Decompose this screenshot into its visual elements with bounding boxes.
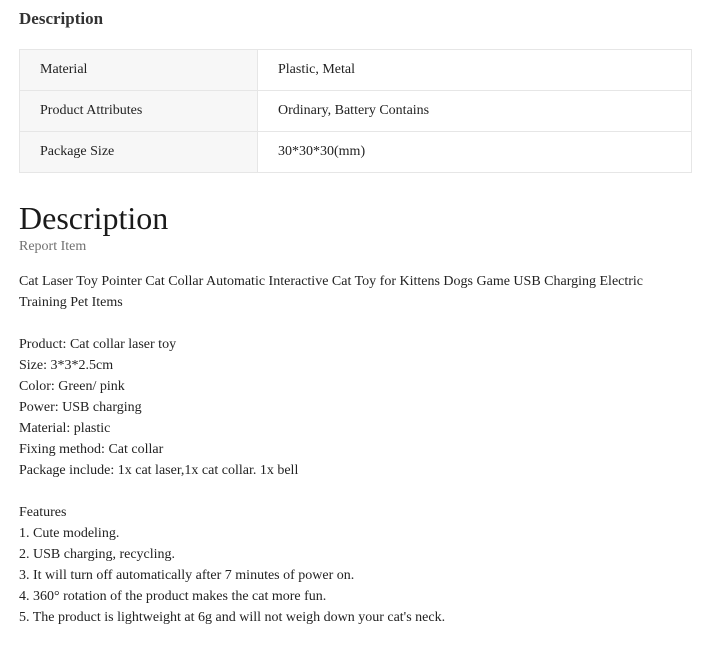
feature-line: 5. The product is lightweight at 6g and … (19, 610, 446, 625)
feature-line: 1. Cute modeling. (19, 526, 120, 541)
feature-line: 2. USB charging, recycling. (19, 547, 176, 562)
description-heading: Description (19, 200, 169, 236)
attribute-label: Product Attributes (19, 90, 258, 132)
spec-line: Package include: 1x cat laser,1x cat col… (19, 463, 299, 478)
attributes-heading: Description (19, 9, 104, 28)
feature-line: 4. 360° rotation of the product makes th… (19, 589, 327, 604)
features-heading: Features (19, 505, 67, 520)
attribute-label: Package Size (19, 131, 258, 173)
spec-line: Size: 3*3*2.5cm (19, 358, 114, 373)
feature-line: 3. It will turn off automatically after … (19, 568, 355, 583)
attribute-value: Plastic, Metal (257, 49, 692, 91)
attribute-value: Ordinary, Battery Contains (257, 90, 692, 132)
attributes-table: Material Plastic, Metal Product Attribut… (19, 49, 692, 173)
attribute-row: Material Plastic, Metal (19, 49, 692, 91)
product-title: Cat Laser Toy Pointer Cat Collar Automat… (19, 274, 644, 310)
attribute-label: Material (19, 49, 258, 91)
spec-line: Material: plastic (19, 421, 111, 436)
attribute-row: Package Size 30*30*30(mm) (19, 131, 692, 173)
spec-line: Fixing method: Cat collar (19, 442, 164, 457)
attribute-row: Product Attributes Ordinary, Battery Con… (19, 90, 692, 132)
description-section: Description Material Plastic, Metal Prod… (19, 0, 692, 628)
description-body: Cat Laser Toy Pointer Cat Collar Automat… (19, 271, 692, 628)
attribute-value: 30*30*30(mm) (257, 131, 692, 173)
spec-line: Power: USB charging (19, 400, 142, 415)
spec-line: Product: Cat collar laser toy (19, 337, 177, 352)
spec-line: Color: Green/ pink (19, 379, 125, 394)
report-item-link[interactable]: Report Item (19, 238, 692, 256)
